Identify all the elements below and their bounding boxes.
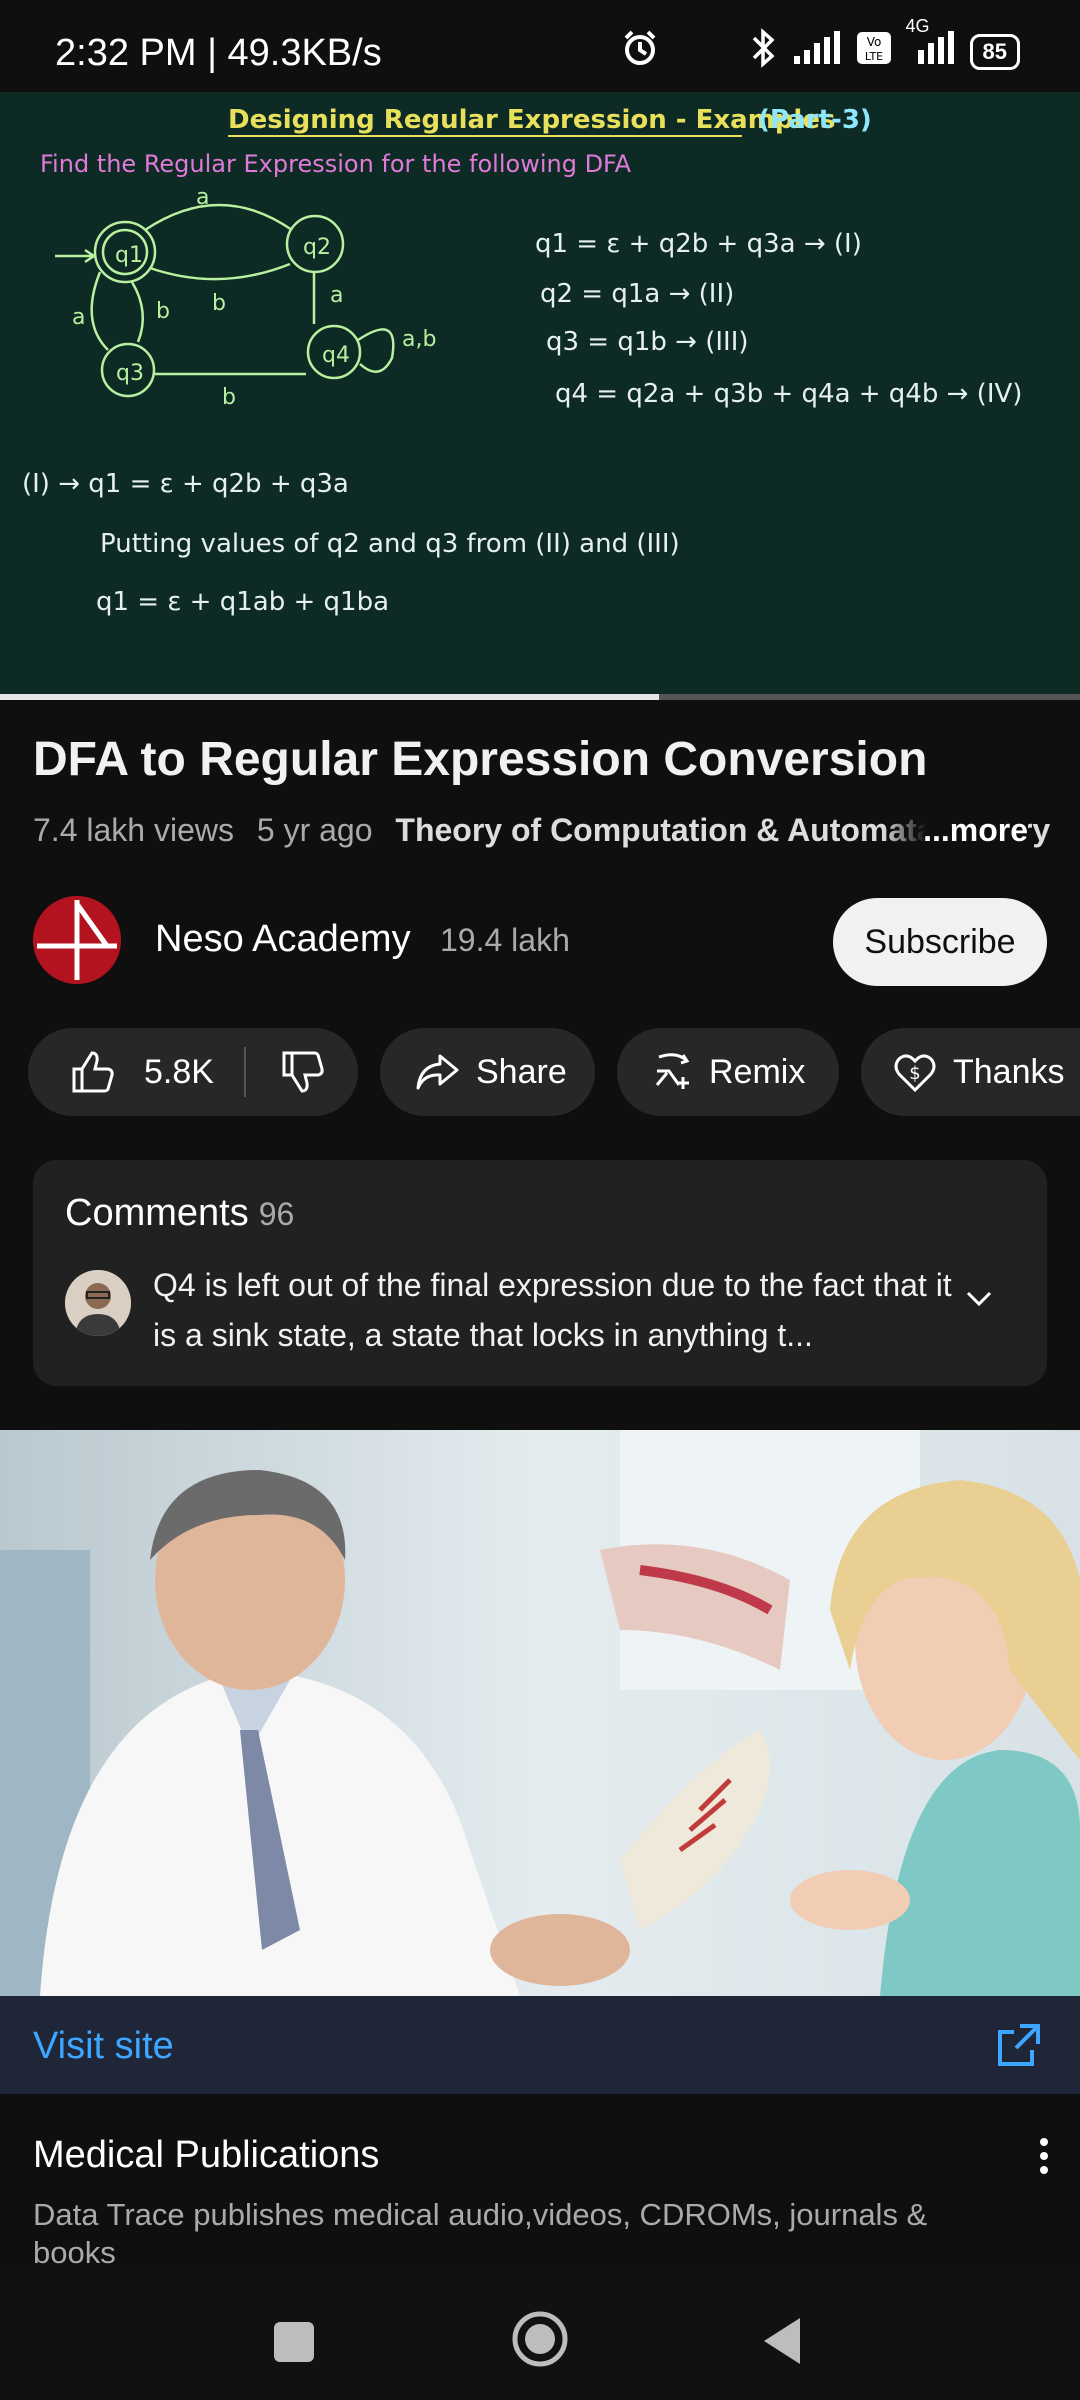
comments-header: Comments 96	[65, 1192, 294, 1235]
svg-text:b: b	[212, 291, 226, 316]
share-button[interactable]: Share	[380, 1028, 595, 1116]
back-button[interactable]	[760, 2316, 804, 2371]
subscribe-button[interactable]: Subscribe	[833, 898, 1047, 986]
svg-text:$: $	[909, 1063, 920, 1084]
video-part: (Part-3)	[758, 105, 872, 135]
more-options-icon[interactable]	[1030, 2134, 1058, 2178]
svg-text:Putting values of q2 and q3 fr: Putting values of q2 and q3 from (II) an…	[100, 529, 680, 559]
neso-logo-icon	[33, 896, 121, 984]
bluetooth-icon	[748, 28, 778, 75]
svg-text:LTE: LTE	[864, 50, 882, 63]
svg-text:q3: q3	[116, 361, 144, 386]
thanks-button[interactable]: $ Thanks	[861, 1028, 1080, 1116]
svg-text:a,b: a,b	[402, 327, 436, 352]
remix-label: Remix	[709, 1052, 806, 1091]
svg-text:b: b	[222, 385, 236, 410]
comments-title: Comments	[65, 1192, 249, 1234]
svg-text:q1 = ε + q1ab + q1ba: q1 = ε + q1ab + q1ba	[96, 587, 389, 617]
thumbs-up-icon	[72, 1051, 114, 1093]
channel-avatar[interactable]	[33, 896, 121, 984]
thumbs-down-icon	[282, 1051, 324, 1093]
svg-text:q1: q1	[115, 243, 143, 268]
svg-text:q3 = q1b → (III): q3 = q1b → (III)	[546, 327, 749, 357]
svg-text:a: a	[72, 305, 85, 330]
ad-title[interactable]: Medical Publications	[33, 2134, 379, 2177]
svg-text:b: b	[156, 299, 170, 324]
status-time: 2:32 PM | 49.3KB/s	[55, 32, 382, 74]
remix-icon	[655, 1053, 690, 1089]
more-link[interactable]: ...more	[883, 812, 1028, 849]
video-task: Find the Regular Expression for the foll…	[40, 150, 632, 178]
remix-button[interactable]: Remix	[617, 1028, 839, 1116]
system-nav-bar	[0, 2270, 1080, 2400]
svg-text:a: a	[196, 185, 209, 210]
battery-indicator: 85	[969, 33, 1020, 70]
volte-icon: Vo LTE	[856, 31, 892, 72]
share-label: Share	[476, 1052, 567, 1091]
upload-age: 5 yr ago	[256, 812, 373, 848]
view-count: 7.4 lakh views	[33, 812, 234, 848]
external-link-icon[interactable]	[996, 2022, 1042, 2073]
network-type-label: 4G	[905, 16, 930, 36]
svg-text:q4 = q2a + q3b + q4a + q4b → (: q4 = q2a + q3b + q4a + q4b → (IV)	[555, 379, 1022, 409]
signal-icon-2: 4G	[906, 16, 956, 73]
svg-text:q4: q4	[322, 343, 350, 368]
svg-text:q2: q2	[303, 235, 331, 260]
visit-site-link[interactable]: Visit site	[33, 2025, 174, 2068]
dislike-button[interactable]	[280, 1049, 326, 1095]
subscriber-count: 19.4 lakh	[440, 922, 570, 958]
alarm-icon	[620, 28, 660, 75]
thanks-heart-icon: $	[894, 1054, 936, 1093]
status-icons: Vo LTE 4G 85	[620, 16, 1020, 75]
ad-image[interactable]	[0, 1430, 1080, 1996]
comments-count: 96	[258, 1196, 295, 1232]
channel-name[interactable]: Neso Academy	[155, 918, 411, 961]
progress-fill	[0, 694, 659, 700]
like-button[interactable]: 5.8K	[28, 1049, 214, 1095]
svg-text:Vo: Vo	[866, 35, 881, 49]
chevron-down-icon[interactable]	[965, 1290, 993, 1313]
svg-text:q2 = q1a → (II): q2 = q1a → (II)	[540, 279, 734, 309]
like-count: 5.8K	[144, 1052, 214, 1091]
svg-text:(I) → q1 = ε + q2b + q3a: (I) → q1 = ε + q2b + q3a	[22, 469, 349, 499]
top-comment-text: Q4 is left out of the final expression d…	[153, 1267, 952, 1353]
home-button[interactable]	[511, 2310, 569, 2373]
like-dislike-group: 5.8K	[28, 1028, 358, 1116]
video-title: DFA to Regular Expression Conversion	[33, 733, 928, 786]
thanks-label: Thanks	[953, 1052, 1065, 1091]
ad-description: Data Trace publishes medical audio,video…	[33, 2197, 928, 2270]
like-divider	[243, 1047, 246, 1097]
recents-button[interactable]	[272, 2320, 316, 2369]
signal-icon-1	[792, 30, 842, 73]
video-player[interactable]: Designing Regular Expression - Examples …	[0, 92, 1080, 696]
svg-text:a: a	[330, 283, 343, 308]
comments-card[interactable]: Comments 96 Q4 is left out of the final e…	[33, 1160, 1047, 1386]
svg-text:q1 = ε + q2b + q3a → (I): q1 = ε + q2b + q3a → (I)	[535, 229, 862, 259]
share-icon	[416, 1054, 459, 1090]
video-heading: Designing Regular Expression - Examples	[228, 105, 835, 135]
commenter-avatar[interactable]	[65, 1270, 131, 1336]
